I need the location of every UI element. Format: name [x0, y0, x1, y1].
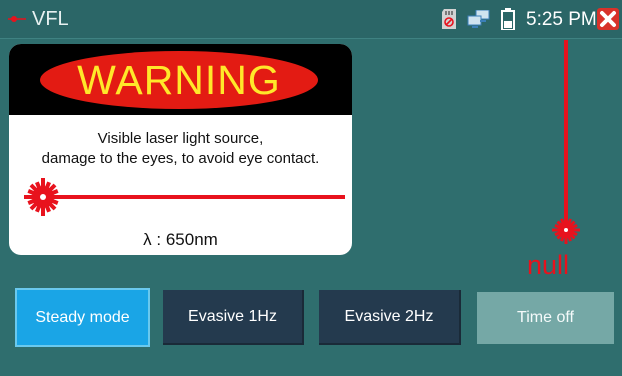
laser-output-indicator [552, 40, 580, 244]
clock: 5:25 PM [526, 9, 597, 30]
warning-card: WARNING Visible laser light source, dama… [9, 44, 352, 255]
output-status-value: null [527, 250, 570, 280]
warning-line-2: damage to the eyes, to avoid eye contact… [41, 150, 320, 167]
app-title: VFL [32, 8, 69, 30]
close-icon [600, 11, 616, 27]
wavelength-label: λ : 650nm [143, 230, 218, 249]
time-off-button[interactable]: Time off [477, 292, 614, 344]
warning-line-1: Visible laser light source, [97, 130, 264, 147]
battery-icon [501, 8, 515, 30]
status-divider [0, 38, 622, 39]
warning-header: WARNING [9, 44, 352, 115]
network-icon [467, 10, 490, 28]
evasive-2hz-button[interactable]: Evasive 2Hz [319, 290, 461, 345]
status-bar: VFL 5:25 PM [0, 0, 622, 38]
evasive-1hz-button[interactable]: Evasive 1Hz [163, 290, 304, 345]
steady-mode-button[interactable]: Steady mode [17, 290, 148, 345]
close-button[interactable] [597, 8, 619, 30]
warning-badge: WARNING [40, 51, 318, 109]
laser-beam-icon [24, 178, 345, 216]
warning-heading: WARNING [77, 57, 281, 103]
laser-icon [8, 16, 26, 22]
sd-card-icon [442, 9, 456, 29]
